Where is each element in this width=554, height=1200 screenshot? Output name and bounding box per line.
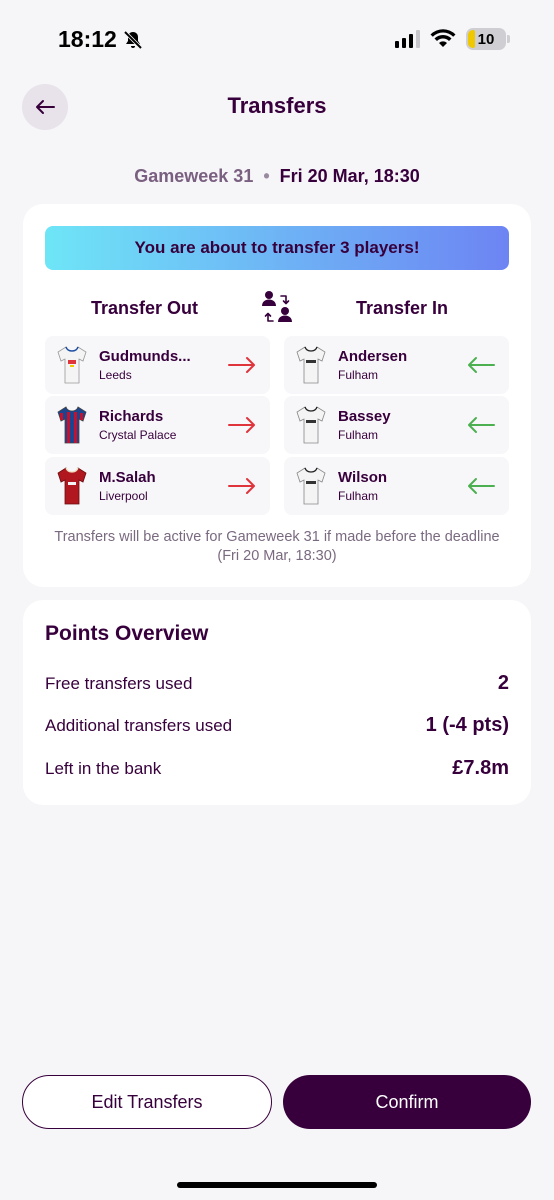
signal-icon	[395, 30, 420, 48]
shirt-icon	[57, 467, 87, 505]
home-indicator[interactable]	[177, 1182, 377, 1188]
battery-icon: 10	[466, 28, 506, 50]
transfer-out-player[interactable]: Richards Crystal Palace	[45, 396, 270, 454]
battery-group: 10	[466, 28, 510, 50]
transfer-in-player[interactable]: Wilson Fulham	[284, 457, 509, 515]
gameweek-info: Gameweek 31 • Fri 20 Mar, 18:30	[0, 166, 554, 187]
points-row-label: Additional transfers used	[45, 715, 233, 735]
player-club: Fulham	[338, 428, 379, 442]
transfer-in-heading: Transfer In	[356, 298, 449, 318]
player-name: Wilson	[338, 469, 388, 486]
status-time-group: 18:12	[58, 26, 143, 53]
player-name: Andersen	[338, 348, 408, 365]
shirt-icon	[296, 467, 326, 505]
transfer-in-player[interactable]: Andersen Fulham	[284, 336, 509, 394]
bell-slash-icon	[123, 30, 143, 49]
deadline-label: Fri 20 Mar, 18:30	[279, 166, 420, 186]
player-club: Leeds	[99, 368, 132, 382]
status-time: 18:12	[58, 26, 117, 52]
status-bar: 18:12 10	[0, 0, 554, 84]
player-club: Liverpool	[99, 489, 148, 503]
shirt-icon	[296, 346, 326, 384]
arrow-left-icon	[468, 357, 495, 373]
points-row-value: 2	[497, 672, 509, 694]
player-name: Richards	[99, 408, 164, 425]
arrow-right-icon	[228, 417, 255, 433]
battery-percent: 10	[477, 30, 495, 48]
wifi-icon	[430, 29, 456, 47]
player-name: Bassey	[338, 408, 391, 425]
player-club: Fulham	[338, 489, 379, 503]
transfer-out-heading: Transfer Out	[91, 298, 199, 318]
arrow-left-icon	[468, 478, 495, 494]
points-row-value: £7.8m	[452, 757, 509, 779]
transfers-card: You are about to transfer 3 players! Tra…	[23, 204, 531, 587]
shirt-icon	[57, 346, 87, 384]
transfer-banner: You are about to transfer 3 players!	[45, 226, 509, 270]
edit-transfers-button[interactable]: Edit Transfers	[22, 1075, 272, 1129]
player-club: Fulham	[338, 368, 379, 382]
player-name: Gudmunds...	[99, 348, 191, 365]
shirt-icon	[296, 406, 326, 444]
transfer-out-player[interactable]: M.Salah Liverpool	[45, 457, 270, 515]
gameweek-label: Gameweek 31	[134, 166, 254, 186]
player-club: Crystal Palace	[99, 428, 177, 442]
arrow-right-icon	[228, 357, 255, 373]
swap-players-icon	[262, 291, 292, 322]
arrow-left-icon	[468, 417, 495, 433]
arrow-right-icon	[228, 478, 255, 494]
points-row-label: Left in the bank	[45, 758, 162, 778]
points-row: Additional transfers used 1 (-4 pts)	[45, 714, 509, 737]
shirt-icon	[57, 406, 87, 444]
transfer-out-player[interactable]: Gudmunds... Leeds	[45, 336, 270, 394]
points-row: Free transfers used 2	[45, 672, 509, 695]
points-row: Left in the bank £7.8m	[45, 757, 509, 780]
transfer-in-player[interactable]: Bassey Fulham	[284, 396, 509, 454]
confirm-button[interactable]: Confirm	[283, 1075, 531, 1129]
page-title: Transfers	[227, 93, 327, 118]
status-icons: 10	[395, 28, 510, 50]
points-overview-card: Points Overview Free transfers used 2 Ad…	[23, 600, 531, 805]
separator-dot: •	[263, 166, 270, 186]
transfers-screen: 18:12 10 Transfers Gameweek 31 • Fri 20 …	[0, 0, 554, 1200]
points-row-value: 1 (-4 pts)	[425, 714, 509, 736]
points-overview-title: Points Overview	[45, 622, 209, 645]
deadline-note: Transfers will be active for Gameweek 31…	[54, 529, 500, 564]
points-row-label: Free transfers used	[45, 673, 193, 693]
player-name: M.Salah	[99, 469, 156, 486]
